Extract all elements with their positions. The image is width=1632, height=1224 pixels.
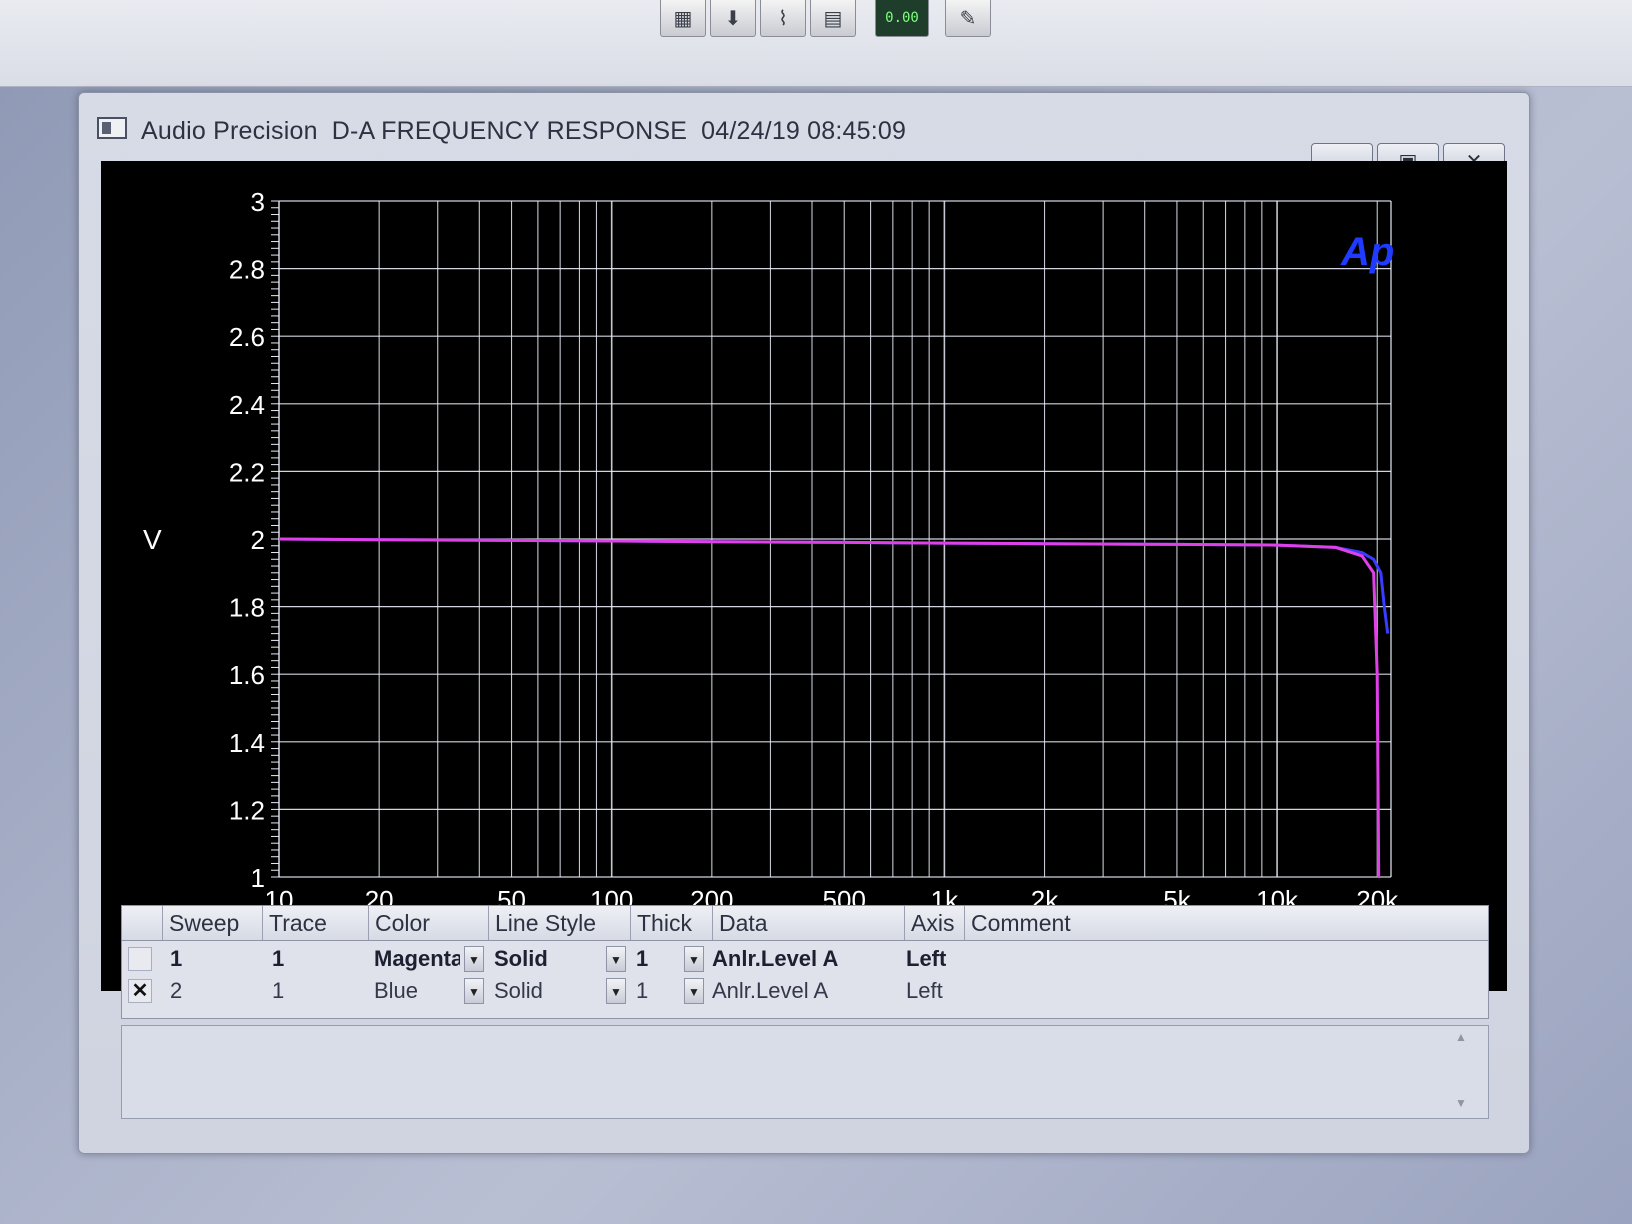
ap-logo: Ap <box>1340 230 1394 274</box>
table-row[interactable]: 1 1 Magenta ▼ Solid ▼ 1 ▼ Anlr.Level A L… <box>122 944 1488 974</box>
graph-icon[interactable]: ⌇ <box>760 0 806 37</box>
header-color[interactable]: Color <box>368 906 488 940</box>
header-sweep[interactable]: Sweep <box>162 906 262 940</box>
sweep-cell: 1 <box>170 946 183 971</box>
y-tick-label: 2.8 <box>229 255 265 285</box>
table-row[interactable]: ✕ 2 1 Blue ▼ Solid ▼ 1 ▼ Anlr.Level A Le… <box>122 976 1488 1006</box>
y-tick-label: 2.4 <box>229 390 265 420</box>
app-name: Audio Precision <box>141 117 318 145</box>
header-data[interactable]: Data <box>712 906 904 940</box>
y-tick-label: 2 <box>251 525 265 555</box>
y-tick-label: 3 <box>251 187 265 217</box>
table-header: Sweep Trace Color Line Style Thick Data … <box>122 906 1488 941</box>
comment-panel[interactable]: ▲ ▼ <box>121 1025 1489 1119</box>
sweep-checkbox[interactable]: ✕ <box>128 979 152 1003</box>
line-style-dropdown-icon[interactable]: ▼ <box>606 978 626 1004</box>
timestamp: 04/24/19 08:45:09 <box>701 117 907 145</box>
color-dropdown-icon[interactable]: ▼ <box>464 946 484 972</box>
color-cell[interactable]: Magenta <box>374 944 460 974</box>
thick-cell[interactable]: 1 <box>636 976 648 1006</box>
line-style-dropdown-icon[interactable]: ▼ <box>606 946 626 972</box>
y-tick-label: 1.6 <box>229 660 265 690</box>
series-magenta-line <box>278 537 1381 878</box>
y-tick-label: 1.8 <box>229 593 265 623</box>
axis-cell[interactable]: Left <box>906 944 946 974</box>
chart-svg: 11.21.41.61.822.22.42.62.8310 20 50 100 200 5… <box>143 187 1399 959</box>
list-icon[interactable]: ▤ <box>810 0 856 37</box>
header-trace[interactable]: Trace <box>262 906 368 940</box>
sweep-checkbox[interactable] <box>128 947 152 971</box>
header-axis[interactable]: Axis <box>904 906 964 940</box>
y-tick-label: 2.2 <box>229 457 265 487</box>
data-cell[interactable]: Anlr.Level A <box>712 944 838 974</box>
thick-cell[interactable]: 1 <box>636 944 648 974</box>
scroll-down-icon[interactable]: ▼ <box>1452 1096 1470 1114</box>
y-tick-label: 2.6 <box>229 322 265 352</box>
frequency-response-graph: 1 1.2 1.4 1.6 1.8 2 2.2 2.4 2.6 2.8 3 10 20 50 100 200 5… <box>101 161 1507 991</box>
line-style-cell[interactable]: Solid <box>494 976 543 1006</box>
trace-table: Sweep Trace Color Line Style Thick Data … <box>121 905 1489 1019</box>
download-icon[interactable]: ⬇ <box>710 0 756 37</box>
y-tick-label: 1 <box>251 863 265 893</box>
thick-dropdown-icon[interactable]: ▼ <box>684 946 704 972</box>
trace-cell: 1 <box>272 946 285 971</box>
edit-icon[interactable]: ✎ <box>945 0 991 37</box>
top-toolbar: ▦ ⬇ ⌇ ▤ 0.00 ✎ <box>0 0 1632 87</box>
color-dropdown-icon[interactable]: ▼ <box>464 978 484 1004</box>
header-line-style[interactable]: Line Style <box>488 906 630 940</box>
generator-icon[interactable]: ▦ <box>660 0 706 37</box>
sweep-cell: 2 <box>170 978 183 1003</box>
window-icon[interactable] <box>97 117 127 139</box>
header-comment[interactable]: Comment <box>964 906 1340 940</box>
header-thick[interactable]: Thick <box>630 906 712 940</box>
y-tick-label: 1.2 <box>229 795 265 825</box>
graph-title: D-A FREQUENCY RESPONSE <box>331 117 688 145</box>
trace-cell: 1 <box>272 978 285 1003</box>
meter-icon[interactable]: 0.00 <box>875 0 929 37</box>
y-axis-label: V <box>143 524 162 555</box>
scroll-up-icon[interactable]: ▲ <box>1452 1030 1470 1048</box>
axis-cell[interactable]: Left <box>906 976 943 1006</box>
thick-dropdown-icon[interactable]: ▼ <box>684 978 704 1004</box>
meter-readout: 0.00 <box>885 10 919 26</box>
data-cell[interactable]: Anlr.Level A <box>712 976 828 1006</box>
graph-window: Audio Precision D-A FREQUENCY RESPONSE 04/… <box>78 92 1530 1154</box>
y-tick-label: 1.4 <box>229 728 265 758</box>
line-style-cell[interactable]: Solid <box>494 944 548 974</box>
window-title: Audio Precision D-A FREQUENCY RESPONSE 04/… <box>141 117 906 146</box>
series-blue-line <box>278 537 1390 634</box>
color-cell[interactable]: Blue <box>374 976 460 1006</box>
